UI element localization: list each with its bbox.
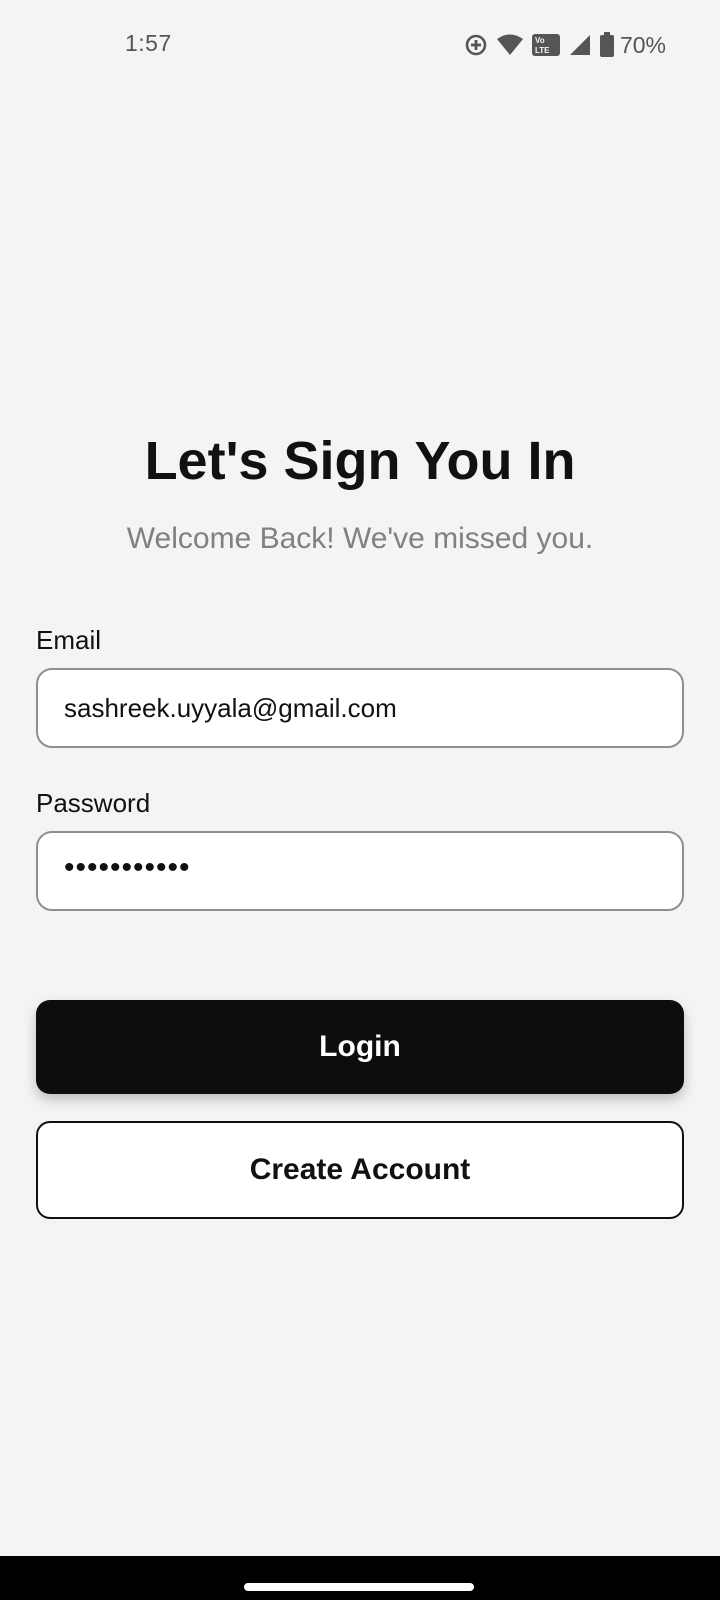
data-saver-icon <box>464 33 488 57</box>
wifi-icon <box>496 33 524 57</box>
volte-text-top: Vo <box>535 36 545 45</box>
password-field[interactable]: ••••••••••• <box>36 831 684 911</box>
battery-icon <box>599 32 614 58</box>
create-account-button-label: Create Account <box>249 1153 471 1186</box>
login-button[interactable]: Login <box>36 1000 684 1094</box>
status-bar: 1:57 Vo LTE 70% <box>0 0 720 90</box>
status-icons: Vo LTE 70% <box>464 30 666 60</box>
email-field[interactable]: sashreek.uyyala@gmail.com <box>36 668 684 748</box>
volte-icon: Vo LTE <box>531 33 560 57</box>
status-time: 1:57 <box>125 30 172 56</box>
home-gesture-handle[interactable] <box>244 1583 474 1591</box>
password-label: Password <box>36 788 151 818</box>
login-button-label: Login <box>319 1030 401 1063</box>
battery-percent: 70% <box>619 31 666 58</box>
email-value: sashreek.uyyala@gmail.com <box>64 692 397 723</box>
password-value: ••••••••••• <box>64 851 191 884</box>
volte-text-bottom: LTE <box>535 46 550 55</box>
page-title: Let's Sign You In <box>144 431 576 491</box>
page-subtitle: Welcome Back! We've missed you. <box>126 522 594 555</box>
cell-signal-icon <box>568 33 592 57</box>
create-account-button[interactable]: Create Account <box>36 1121 684 1219</box>
email-label: Email <box>36 625 102 655</box>
navigation-bar <box>0 1556 720 1600</box>
